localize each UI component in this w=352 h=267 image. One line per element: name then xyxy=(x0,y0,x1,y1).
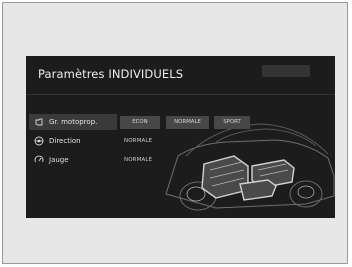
row-gauge-value: NORMALE xyxy=(124,157,153,163)
car-illustration xyxy=(165,123,335,211)
mode-sport-button[interactable]: SPORT xyxy=(214,116,250,129)
display-screen: Paramètres INDIVIDUELS Gr. motoprop. Dir… xyxy=(26,56,335,218)
title-divider xyxy=(26,94,335,95)
powertrain-icon xyxy=(34,117,44,127)
mode-normale-button[interactable]: NORMALE xyxy=(166,116,209,129)
top-right-button[interactable] xyxy=(262,65,310,77)
row-steering-value: NORMALE xyxy=(124,138,153,144)
mode-econ-button[interactable]: ECON xyxy=(120,116,160,129)
row-steering[interactable]: Direction xyxy=(34,133,81,149)
steering-icon xyxy=(34,136,44,146)
gauge-icon xyxy=(34,155,44,165)
row-powertrain-label: Gr. motoprop. xyxy=(49,118,98,126)
row-powertrain[interactable]: Gr. motoprop. xyxy=(34,114,97,130)
row-steering-label: Direction xyxy=(49,137,81,145)
row-gauge-label: Jauge xyxy=(49,156,69,164)
row-gauge[interactable]: Jauge xyxy=(34,152,69,168)
page-frame: Paramètres INDIVIDUELS Gr. motoprop. Dir… xyxy=(2,2,348,264)
page-title: Paramètres INDIVIDUELS xyxy=(38,67,184,81)
